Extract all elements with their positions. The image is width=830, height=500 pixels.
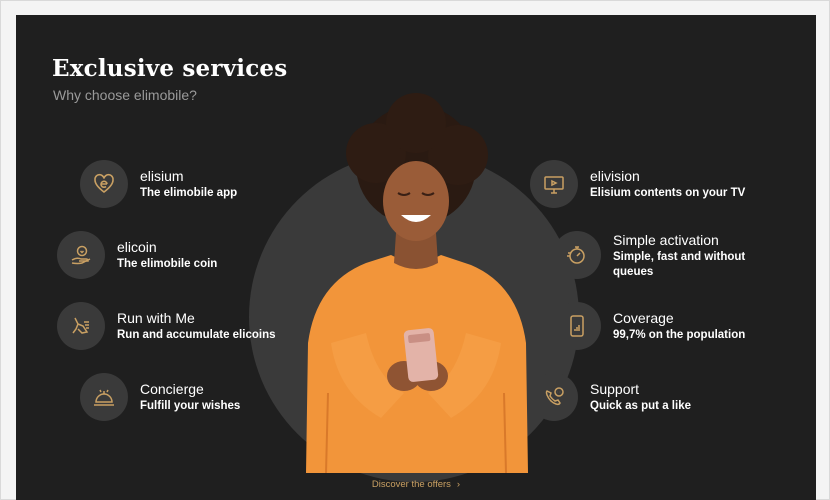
service-name: Simple activation (613, 232, 719, 248)
service-elivision[interactable]: elivision Elisium contents on your TV (530, 160, 745, 208)
service-name: elicoin (117, 238, 157, 255)
service-support[interactable]: Support Quick as put a like (530, 373, 691, 421)
service-name: Support (590, 380, 640, 397)
service-description: 99,7% on the population (613, 328, 746, 341)
discover-offers-link[interactable]: Discover the offers › (16, 479, 816, 490)
phone-signal-icon (553, 302, 601, 350)
service-name: Concierge (140, 380, 204, 397)
service-description: Quick as put a like (590, 399, 691, 412)
chevron-right-icon: › (456, 479, 461, 490)
service-elisium[interactable]: elisium The elimobile app (80, 160, 237, 208)
running-shoe-icon (57, 302, 105, 350)
service-description: Elisium contents on your TV (590, 186, 746, 199)
stopwatch-icon (553, 231, 601, 279)
section-subtitle: Why choose elimobile? (53, 87, 197, 103)
phone-chat-icon (530, 373, 578, 421)
service-run-with-me[interactable]: Run with Me Run and accumulate elicoins (57, 302, 275, 350)
section-title: Exclusive services (52, 55, 288, 82)
tv-icon (530, 160, 578, 208)
service-simple-activation[interactable]: Simple activation Simple, fast and witho… (553, 231, 768, 280)
hero-woman-with-phone-image (306, 93, 528, 473)
service-description: Run and accumulate elicoins (117, 328, 276, 341)
service-description: Simple, fast and without queues (613, 251, 746, 278)
service-name: Coverage (613, 309, 674, 326)
service-name: Run with Me (117, 309, 195, 326)
service-elicoin[interactable]: elicoin The elimobile coin (57, 231, 217, 279)
service-coverage[interactable]: Coverage 99,7% on the population (553, 302, 745, 350)
service-name: elisium (140, 167, 184, 184)
service-description: Fulfill your wishes (140, 399, 241, 412)
coin-hand-icon (57, 231, 105, 279)
heart-e-icon (80, 160, 128, 208)
service-description: The elimobile app (140, 186, 238, 199)
service-concierge[interactable]: Concierge Fulfill your wishes (80, 373, 240, 421)
service-name: elivision (590, 167, 640, 184)
service-bell-icon (80, 373, 128, 421)
service-description: The elimobile coin (117, 257, 218, 270)
discover-offers-label: Discover the offers (371, 479, 451, 490)
services-panel: Exclusive services Why choose elimobile? (16, 15, 816, 500)
